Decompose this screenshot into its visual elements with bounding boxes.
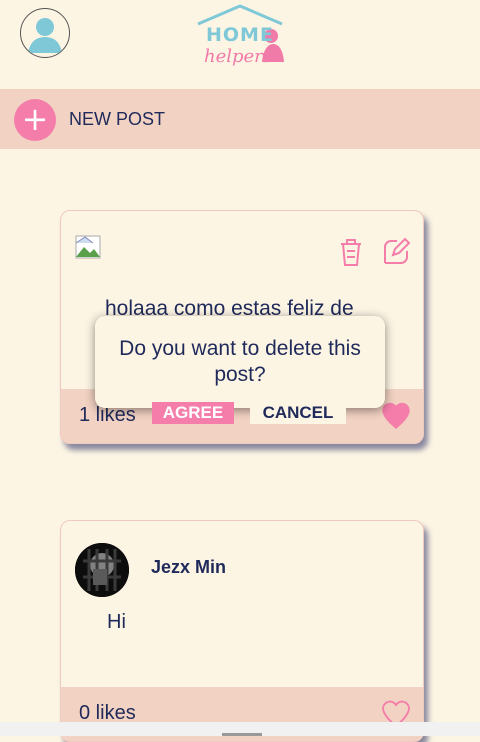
profile-avatar-button[interactable] — [20, 8, 70, 58]
trash-icon[interactable] — [337, 237, 365, 267]
cancel-button[interactable]: CANCEL — [250, 402, 346, 424]
new-post-plus-button[interactable]: + — [14, 99, 56, 141]
broken-image-icon — [75, 235, 101, 259]
author-photo — [75, 543, 129, 597]
author-name[interactable]: Jezx Min — [151, 557, 226, 578]
author-avatar[interactable] — [75, 543, 129, 597]
dialog-message: Do you want to delete this post? — [119, 337, 361, 386]
logo-home-text: HOME — [206, 24, 274, 46]
post-card: Jezx Min Hi 0 likes — [60, 520, 424, 742]
new-post-bar: + NEW POST — [0, 89, 480, 149]
bottom-bar — [0, 722, 480, 736]
heart-icon[interactable] — [381, 401, 411, 429]
agree-button[interactable]: AGREE — [152, 402, 234, 424]
delete-confirm-dialog: Do you want to delete this post? — [95, 316, 385, 408]
new-post-label[interactable]: NEW POST — [69, 109, 165, 130]
top-bar: HOME helpers — [0, 0, 480, 88]
home-helpers-logo: HOME helpers — [192, 2, 288, 76]
user-icon — [28, 18, 62, 53]
post-text: Hi — [107, 611, 126, 633]
logo-helpers-text: helpers — [204, 46, 273, 67]
edit-icon[interactable] — [381, 237, 411, 267]
